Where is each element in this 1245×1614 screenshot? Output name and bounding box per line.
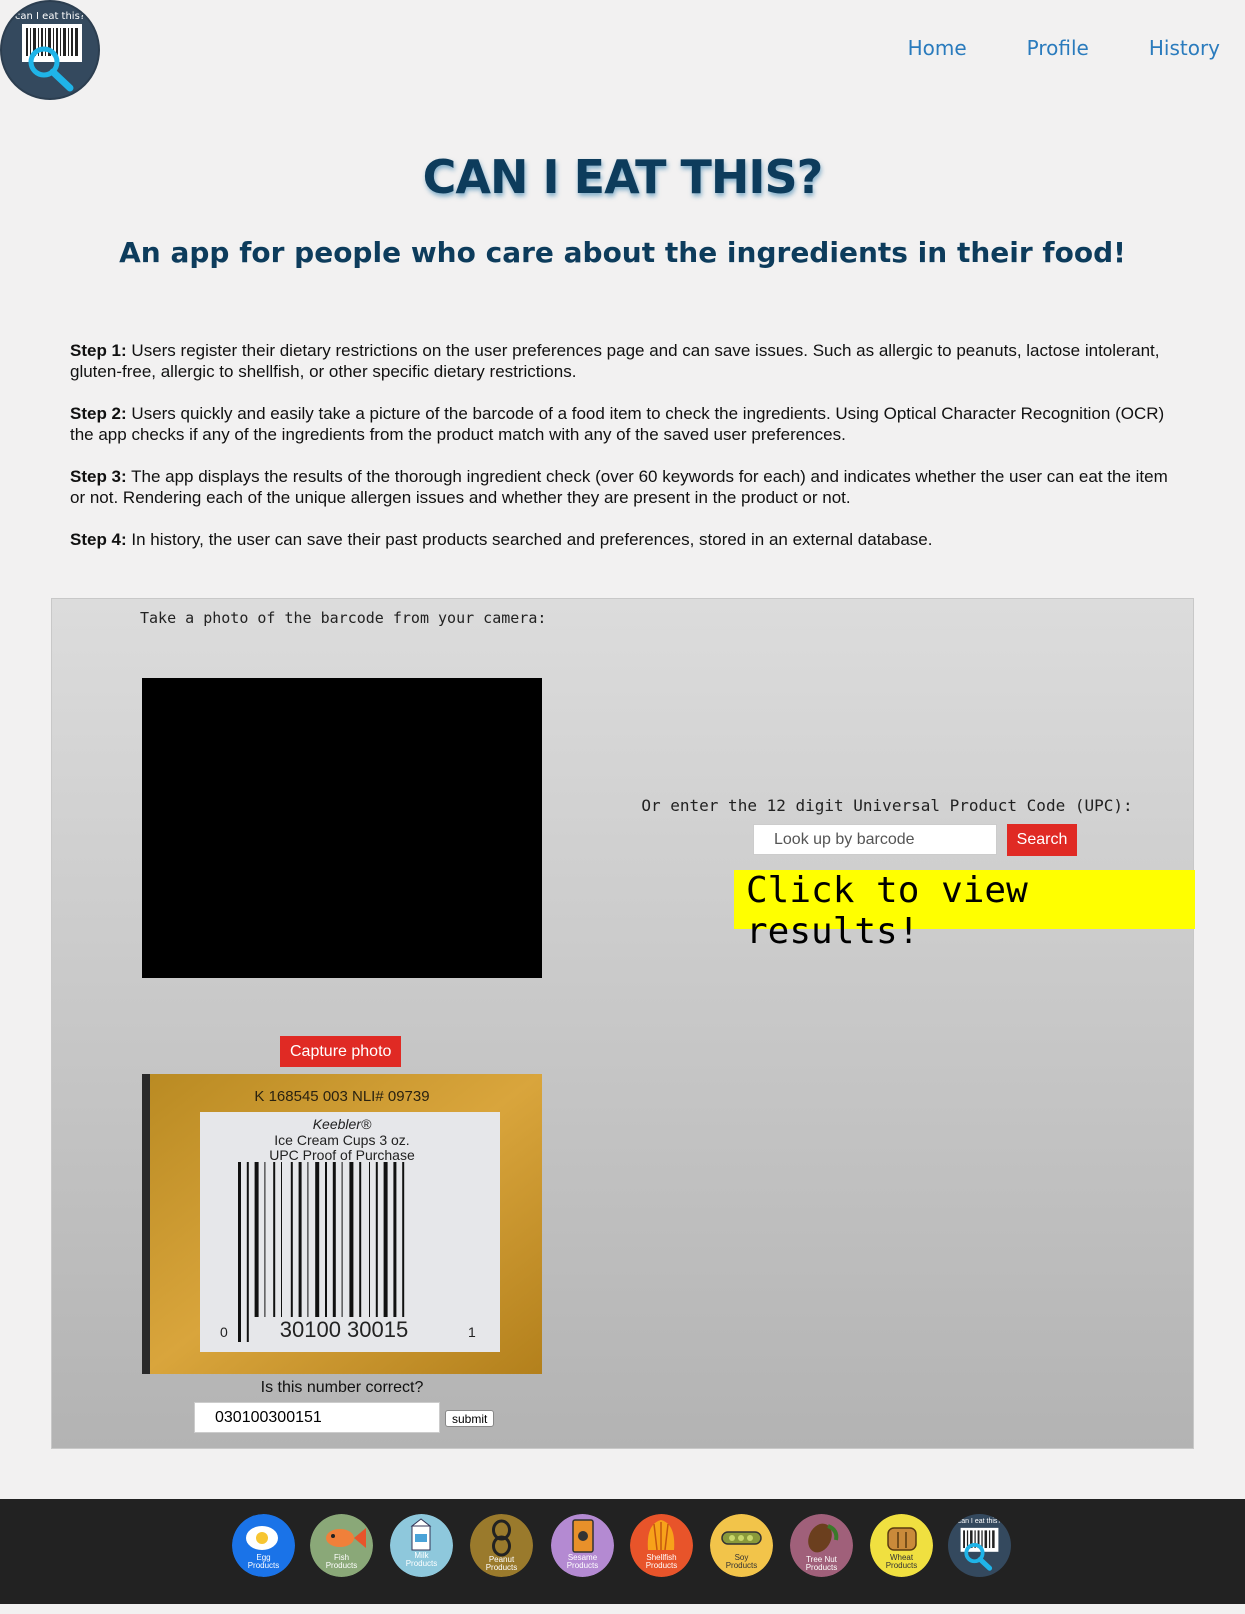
step-1: Step 1: Users register their dietary res… (70, 340, 1180, 382)
view-results-button[interactable]: Click to view results! (734, 870, 1195, 952)
logo-text: can I eat this? (14, 11, 86, 22)
photo-line-1: K 168545 003 NLI# 09739 (254, 1088, 430, 1105)
confirm-number-label: Is this number correct? (260, 1379, 424, 1396)
page-title: CAN I EAT THIS? (422, 150, 824, 204)
allergen-label: Products (247, 1561, 280, 1570)
barcode-number-input[interactable] (194, 1402, 440, 1433)
nav-profile-link[interactable]: Profile (1027, 36, 1089, 60)
allergen-label: Products (885, 1561, 918, 1570)
nav-home-link[interactable]: Home (908, 36, 967, 60)
camera-label: Take a photo of the barcode from your ca… (140, 609, 547, 627)
shellfish-allergen-badge[interactable]: Shellfish Products (630, 1514, 693, 1577)
allergen-label: Products (566, 1561, 599, 1570)
captured-photo: K 168545 003 NLI# 09739 Keebler® Ice Cre… (142, 1074, 542, 1374)
milk-allergen-badge[interactable]: Milk Products (390, 1514, 453, 1577)
step-text: In history, the user can save their past… (126, 530, 933, 549)
step-4: Step 4: In history, the user can save th… (70, 529, 1180, 550)
main-nav: Home Profile History (908, 36, 1220, 60)
tree-nut-allergen-badge[interactable]: Tree Nut Products (790, 1514, 853, 1577)
nav-history-link[interactable]: History (1149, 36, 1220, 60)
photo-line-3: Ice Cream Cups 3 oz. (274, 1132, 410, 1148)
allergen-label: Products (405, 1559, 438, 1568)
fish-allergen-badge[interactable]: Fish Products (310, 1514, 373, 1577)
step-label: Step 4: (70, 530, 127, 549)
steps-section: Step 1: Users register their dietary res… (70, 340, 1180, 571)
app-logo[interactable]: can I eat this? (0, 0, 100, 100)
allergen-label: Products (645, 1561, 678, 1570)
camera-video (142, 678, 542, 978)
soy-allergen-badge[interactable]: Soy Products (710, 1514, 773, 1577)
step-3: Step 3: The app displays the results of … (70, 466, 1180, 508)
allergen-label: Products (725, 1561, 758, 1570)
footer-logo[interactable]: can I eat this? (948, 1514, 1011, 1577)
wheat-allergen-badge[interactable]: Wheat Products (870, 1514, 933, 1577)
capture-photo-button[interactable]: Capture photo (280, 1036, 402, 1067)
photo-digit-left: 0 (220, 1324, 228, 1340)
step-label: Step 2: (70, 404, 127, 423)
photo-digits: 30100 30015 (254, 1317, 434, 1343)
footer-logo-text: can I eat this? (957, 1518, 1002, 1525)
page-subtitle: An app for people who care about the ing… (119, 236, 1126, 269)
step-2: Step 2: Users quickly and easily take a … (70, 403, 1180, 445)
sesame-allergen-badge[interactable]: Sesame Products (551, 1514, 614, 1577)
step-label: Step 1: (70, 341, 127, 360)
peanut-allergen-badge[interactable]: Peanut Products (470, 1514, 533, 1577)
egg-allergen-badge[interactable]: Egg Products (232, 1514, 295, 1577)
search-button[interactable]: Search (1007, 824, 1077, 856)
barcode-search-input[interactable] (753, 824, 997, 855)
scanner-panel: Take a photo of the barcode from your ca… (51, 598, 1195, 1449)
step-text: The app displays the results of the thor… (70, 467, 1168, 507)
upc-label: Or enter the 12 digit Universal Product … (641, 796, 1133, 815)
step-text: Users quickly and easily take a picture … (70, 404, 1165, 444)
photo-digit-right: 1 (468, 1324, 476, 1340)
step-label: Step 3: (70, 467, 127, 486)
photo-line-4: UPC Proof of Purchase (269, 1147, 415, 1163)
step-text: Users register their dietary restriction… (70, 341, 1160, 381)
allergen-label: Products (325, 1561, 358, 1570)
photo-line-2: Keebler® (312, 1116, 372, 1132)
allergen-label: Products (485, 1563, 518, 1572)
submit-button[interactable]: submit (445, 1410, 495, 1427)
footer: Egg Products Fish Products Milk Products… (0, 1499, 1245, 1604)
allergen-label: Products (805, 1563, 838, 1572)
